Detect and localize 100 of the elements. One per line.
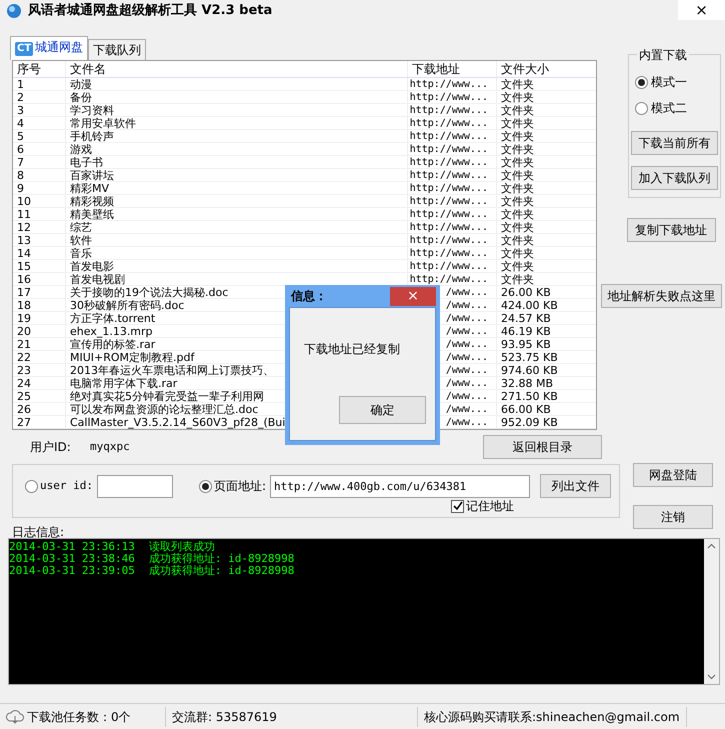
table-cell: 46.19 KB	[496, 325, 591, 337]
table-cell: 首发电影	[65, 260, 407, 272]
table-cell: 常用安卓软件	[65, 117, 407, 129]
table-cell-text: 14	[16, 247, 32, 259]
table-cell: 文件夹	[496, 117, 591, 129]
table-cell: 文件夹	[496, 130, 591, 142]
table-cell: 66.00 KB	[496, 403, 591, 415]
table-cell: http://www...	[407, 130, 496, 142]
tab-icon: CT	[15, 42, 34, 56]
column-header[interactable]: 文件名	[65, 61, 407, 77]
input-field[interactable]	[96, 474, 173, 498]
column-header[interactable]: 文件大小	[496, 61, 591, 77]
table-cell-text: 15	[16, 260, 32, 272]
log-time: 2014-03-31 23:38:46	[9, 553, 135, 565]
table-cell-text: 22	[16, 351, 32, 363]
table-cell: 974.60 KB	[496, 364, 591, 376]
logout-button[interactable]: 注销	[633, 505, 713, 529]
help-button[interactable]: 地址解析失败点这里	[601, 284, 722, 308]
table-cell: 424.00 KB	[496, 299, 591, 311]
table-cell: 音乐	[65, 247, 407, 259]
table-cell: http://www...	[407, 78, 496, 90]
status-text: 核心源码购买请联系:shineachen@gmail.com	[424, 708, 680, 726]
table-cell: 百家讲坛	[65, 169, 407, 181]
tab[interactable]: CT 城通网盘	[10, 36, 88, 60]
table-cell: 精美壁纸	[65, 208, 407, 220]
status-text: 下载池任务数：0个	[27, 708, 131, 726]
table-cell-text: 8	[16, 169, 25, 181]
action-button[interactable]: 加入下载队列	[631, 166, 718, 190]
input-field[interactable]: http://www.400gb.com/u/634381	[270, 474, 530, 498]
list-button[interactable]: 列出文件	[540, 474, 612, 498]
table-cell: 952.09 KB	[496, 416, 591, 428]
table-cell: 文件夹	[496, 247, 591, 259]
table-cell-text: 1	[16, 78, 25, 90]
table-cell: 文件夹	[496, 221, 591, 233]
radio-option[interactable]: 模式二	[635, 99, 687, 117]
cloud-download-icon	[6, 708, 24, 724]
table-cell-text: 18	[16, 299, 32, 311]
table-cell: 93.95 KB	[496, 338, 591, 350]
table-cell: 文件夹	[496, 195, 591, 207]
log-message: 成功获得地址: id-8928998	[148, 553, 294, 565]
remember-checkbox[interactable]: 记住地址	[451, 497, 514, 515]
table-cell: 精彩MV	[65, 182, 407, 194]
table-cell: 523.75 KB	[496, 351, 591, 363]
table-cell: http://www...	[407, 104, 496, 116]
column-header[interactable]: 序号	[13, 61, 65, 77]
table-cell: 动漫	[65, 78, 407, 90]
column-header[interactable]: 下载地址	[407, 61, 496, 77]
log-time: 2014-03-31 23:36:13	[9, 541, 135, 553]
log-message: 读取列表成功	[148, 541, 215, 553]
window-title: 风语者城通网盘超级解析工具 V2.3 beta	[28, 2, 272, 20]
table-cell: 文件夹	[496, 104, 591, 116]
ok-button[interactable]: 确定	[339, 396, 426, 424]
table-cell: 文件夹	[496, 156, 591, 168]
table-cell: 26.00 KB	[496, 286, 591, 298]
table-cell: 文件夹	[496, 91, 591, 103]
table-cell: 电子书	[65, 156, 407, 168]
table-cell-text: 3	[16, 104, 25, 116]
scroll-up-icon	[707, 543, 716, 549]
table-cell: 文件夹	[496, 169, 591, 181]
table-cell-text: 23	[16, 364, 32, 376]
table-cell: 游戏	[65, 143, 407, 155]
table-cell: http://www...	[407, 247, 496, 259]
table-cell: 271.50 KB	[496, 390, 591, 402]
table-cell: 文件夹	[496, 78, 591, 90]
table-cell: 文件夹	[496, 234, 591, 246]
copy-button[interactable]: 复制下载地址	[626, 218, 716, 242]
login-button[interactable]: 网盘登陆	[633, 463, 713, 487]
table-cell-text: 11	[16, 208, 32, 220]
table-cell-text: 5	[16, 130, 25, 142]
table-cell-text: 16	[16, 273, 32, 285]
table-cell-text: 27	[16, 416, 32, 428]
table-cell: 综艺	[65, 221, 407, 233]
table-cell: http://www...	[407, 221, 496, 233]
table-cell-text: 7	[16, 156, 25, 168]
table-cell: 文件夹	[496, 182, 591, 194]
scroll-down-icon	[707, 674, 716, 680]
table-cell: http://www...	[407, 143, 496, 155]
table-cell-text: 6	[16, 143, 25, 155]
table-cell-text: 4	[16, 117, 25, 129]
table-cell: http://www...	[407, 117, 496, 129]
root-button[interactable]: 返回根目录	[483, 435, 602, 459]
table-cell: 手机铃声	[65, 130, 407, 142]
close-button[interactable]: ×	[678, 0, 725, 20]
app-icon	[6, 3, 22, 19]
table-cell-text: 26	[16, 403, 32, 415]
user-id-label: 用户ID:	[30, 439, 72, 456]
status-text: 交流群: 53587619	[172, 708, 277, 726]
table-cell: http://www...	[407, 234, 496, 246]
table-cell: 文件夹	[496, 208, 591, 220]
table-cell: 24.57 KB	[496, 312, 591, 324]
radio-option[interactable]: user id:	[25, 478, 93, 494]
radio-option[interactable]: 页面地址:	[198, 477, 266, 495]
table-cell: 学习资料	[65, 104, 407, 116]
table-cell-text: 13	[16, 234, 32, 246]
action-button[interactable]: 下载当前所有	[631, 131, 718, 155]
table-cell: http://www...	[407, 182, 496, 194]
tab[interactable]: 下载队列	[88, 39, 146, 60]
close-button[interactable]: ×	[390, 287, 436, 306]
table-cell: 备份	[65, 91, 407, 103]
radio-option[interactable]: 模式一	[635, 73, 687, 91]
